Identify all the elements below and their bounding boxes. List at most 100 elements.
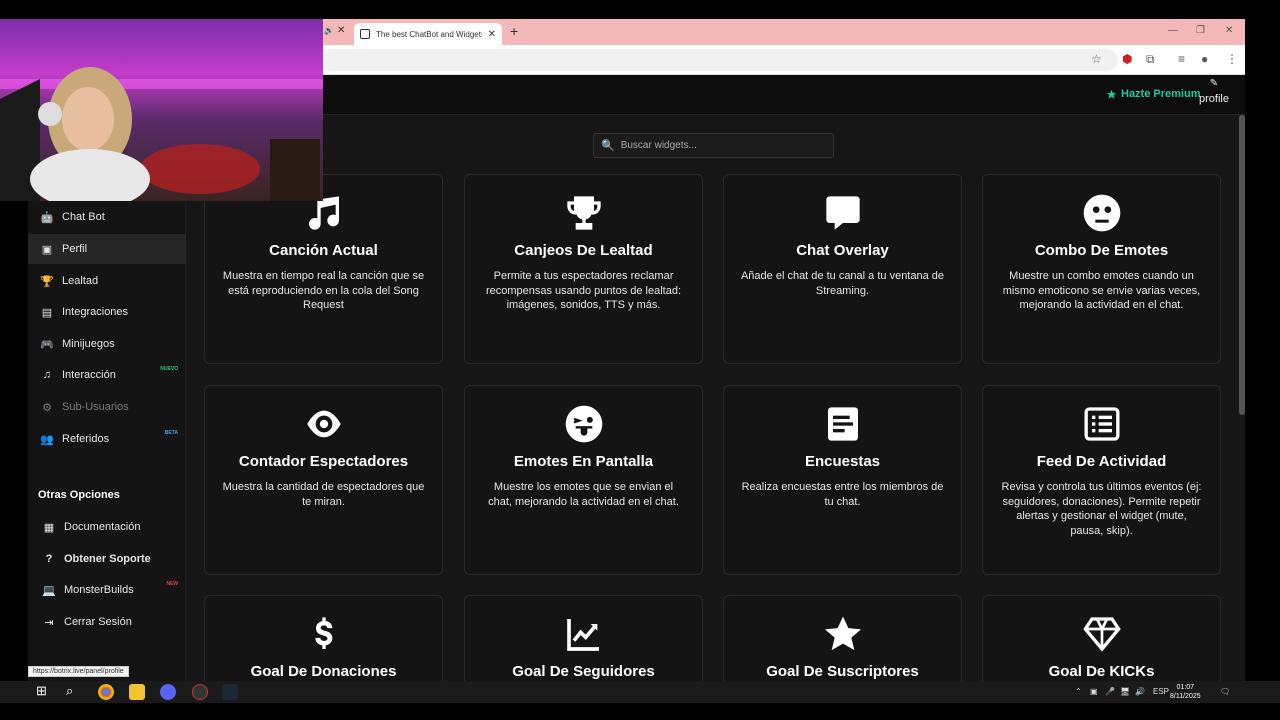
- avatar[interactable]: ●: [1201, 52, 1208, 66]
- url-field[interactable]: [318, 49, 1118, 71]
- extension-icon[interactable]: ⬢: [1122, 52, 1132, 66]
- minimize-icon[interactable]: —: [1168, 25, 1178, 36]
- scrollbar[interactable]: [1239, 115, 1245, 415]
- sidebar-item-cerrar-sesion[interactable]: ⇥ Cerrar Sesión: [28, 607, 186, 637]
- search-icon[interactable]: ⌕: [66, 683, 82, 699]
- sidebar-item-sub-usuarios[interactable]: ⚙ Sub-Usuarios: [28, 392, 186, 422]
- diamond-icon: [983, 614, 1220, 654]
- logout-icon: ⇥: [44, 616, 54, 629]
- widget-card-goal-seguidores[interactable]: Goal De Seguidores: [464, 595, 703, 681]
- sidebar-item-perfil[interactable]: ▣ Perfil: [28, 234, 186, 264]
- close-window-icon[interactable]: ✕: [1225, 25, 1233, 36]
- sidebar-item-soporte[interactable]: ? Obtener Soporte: [28, 544, 186, 574]
- chrome-icon[interactable]: [98, 684, 114, 700]
- search-input[interactable]: 🔍 Buscar widgets...: [593, 133, 834, 158]
- discord-icon[interactable]: [160, 684, 176, 700]
- premium-label: Hazte Premium: [1121, 88, 1201, 100]
- notifications-icon[interactable]: 🗨: [1220, 687, 1230, 696]
- gamepad-icon: 🎮: [40, 338, 54, 351]
- widget-desc: Revisa y controla tus últimos eventos (e…: [1001, 481, 1202, 537]
- widget-title: Goal De KICKs: [1048, 663, 1155, 680]
- widget-title: Encuestas: [804, 453, 881, 470]
- puzzle-icon[interactable]: ⧉: [1146, 52, 1155, 67]
- widget-card-contador[interactable]: Contador Espectadores Muestra la cantida…: [204, 385, 443, 575]
- widget-card-combo-emotes[interactable]: Combo De Emotes Muestre un combo emotes …: [982, 174, 1221, 364]
- steam-icon[interactable]: [222, 684, 238, 700]
- widget-title: Contador Espectadores: [238, 453, 409, 470]
- widget-title: Goal De Seguidores: [512, 663, 655, 680]
- tab-active[interactable]: The best ChatBot and Widgets ✕: [354, 23, 502, 45]
- widget-desc: Muestre un combo emotes cuando un mismo …: [1002, 270, 1201, 311]
- sidebar-item-label: Perfil: [62, 243, 88, 255]
- mic-icon[interactable]: 🎤: [1105, 687, 1115, 696]
- id-card-icon: ▣: [41, 243, 53, 256]
- widget-card-canjeos[interactable]: Canjeos De Lealtad Permite a tus especta…: [464, 174, 703, 364]
- star-icon: [1106, 89, 1117, 99]
- chevron-up-icon[interactable]: ⌃: [1075, 687, 1082, 696]
- star-icon: [724, 614, 961, 654]
- question-icon: ?: [45, 553, 53, 565]
- sidebar-item-documentacion[interactable]: ▦ Documentación: [28, 512, 186, 542]
- sidebar-item-minijuegos[interactable]: 🎮 Minijuegos: [28, 329, 186, 359]
- premium-link[interactable]: Hazte Premium: [1106, 88, 1200, 100]
- dollar-icon: [205, 614, 442, 654]
- close-tab-icon[interactable]: ✕: [337, 25, 345, 36]
- search-placeholder: Buscar widgets...: [620, 140, 697, 151]
- widget-card-encuestas[interactable]: Encuestas Realiza encuestas entre los mi…: [723, 385, 962, 575]
- poll-icon: [724, 404, 961, 444]
- sidebar-item-label: Sub-Usuarios: [62, 401, 129, 413]
- sidebar-item-label: Documentación: [64, 521, 141, 533]
- clock-time: 01:07: [1176, 684, 1195, 691]
- sidebar-item-label: Chat Bot: [62, 211, 105, 223]
- sidebar-item-label: Cerrar Sesión: [64, 616, 132, 628]
- bookmark-star-icon[interactable]: ☆: [1091, 52, 1102, 66]
- screen: 🔊 ✕ The best ChatBot and Widgets ✕ + — ❐…: [0, 0, 1280, 720]
- folder-icon[interactable]: [129, 684, 145, 700]
- widget-card-feed-actividad[interactable]: Feed De Actividad Revisa y controla tus …: [982, 385, 1221, 575]
- sidebar-item-label: Obtener Soporte: [64, 553, 151, 565]
- status-url-tooltip: https://botrix.live/panel/profile: [28, 666, 129, 677]
- obs-icon[interactable]: [192, 684, 208, 700]
- widget-card-goal-donaciones[interactable]: Goal De Donaciones: [204, 595, 443, 681]
- sidebar-item-label: MonsterBuilds: [64, 584, 134, 596]
- profile-link[interactable]: ✎ profile: [1196, 79, 1232, 107]
- users-icon: ⚙: [42, 401, 52, 414]
- widget-title: Feed De Actividad: [1036, 453, 1167, 470]
- sidebar-item-referidos[interactable]: 👥 Referidos BETA: [28, 424, 186, 454]
- widget-card-cancion-actual[interactable]: Canción Actual Muestra en tiempo real la…: [204, 174, 443, 364]
- sidebar-item-chat-bot[interactable]: 🤖 Chat Bot: [28, 202, 186, 232]
- chat-bubble-icon: [724, 193, 961, 233]
- sidebar-item-integraciones[interactable]: ▤ Integraciones: [28, 297, 186, 327]
- media-icon[interactable]: ≡: [1178, 52, 1185, 66]
- new-badge: NEW: [166, 581, 178, 587]
- group-icon: 👥: [40, 433, 54, 446]
- system-clock[interactable]: 01:07 8/11/2025: [1170, 683, 1201, 701]
- sidebar-item-monsterbuilds[interactable]: 💻 MonsterBuilds NEW: [28, 575, 186, 605]
- widget-card-goal-kicks[interactable]: Goal De KICKs: [982, 595, 1221, 681]
- widget-title: Chat Overlay: [796, 242, 889, 259]
- beta-badge: BETA: [164, 430, 178, 436]
- widget-desc: Realiza encuestas entre los miembros de …: [741, 481, 944, 508]
- tray-app-icon[interactable]: ▣: [1090, 687, 1098, 696]
- widget-title: Combo De Emotes: [1034, 242, 1169, 259]
- language-indicator[interactable]: ESP: [1153, 687, 1169, 696]
- sidebar-item-interaccion[interactable]: ♫ Interacción NUEVO: [28, 360, 186, 390]
- search-icon: 🔍: [601, 140, 615, 152]
- widget-card-goal-suscriptores[interactable]: Goal De Suscriptores: [723, 595, 962, 681]
- widget-desc: Permite a tus espectadores reclamar reco…: [485, 270, 682, 311]
- sidebar-item-label: Integraciones: [62, 306, 129, 318]
- volume-icon[interactable]: 🔊: [1135, 687, 1145, 696]
- restore-icon[interactable]: ❐: [1196, 25, 1205, 36]
- new-tab-icon[interactable]: +: [510, 23, 518, 39]
- kebab-menu-icon[interactable]: ⋮: [1226, 52, 1238, 66]
- network-icon[interactable]: 🖥: [1120, 687, 1130, 696]
- chart-up-icon: [465, 614, 702, 654]
- windows-start-icon[interactable]: ⊞: [36, 683, 52, 699]
- close-tab-icon[interactable]: ✕: [488, 29, 496, 40]
- widget-card-emotes-pantalla[interactable]: Emotes En Pantalla Muestre los emotes qu…: [464, 385, 703, 575]
- sidebar-item-lealtad[interactable]: 🏆 Lealtad: [28, 266, 186, 296]
- widget-card-chat-overlay[interactable]: Chat Overlay Añade el chat de tu canal a…: [723, 174, 962, 364]
- sidebar-item-label: Lealtad: [62, 275, 99, 287]
- audio-icon[interactable]: 🔊: [324, 26, 334, 35]
- pencil-icon: ✎: [1209, 78, 1219, 89]
